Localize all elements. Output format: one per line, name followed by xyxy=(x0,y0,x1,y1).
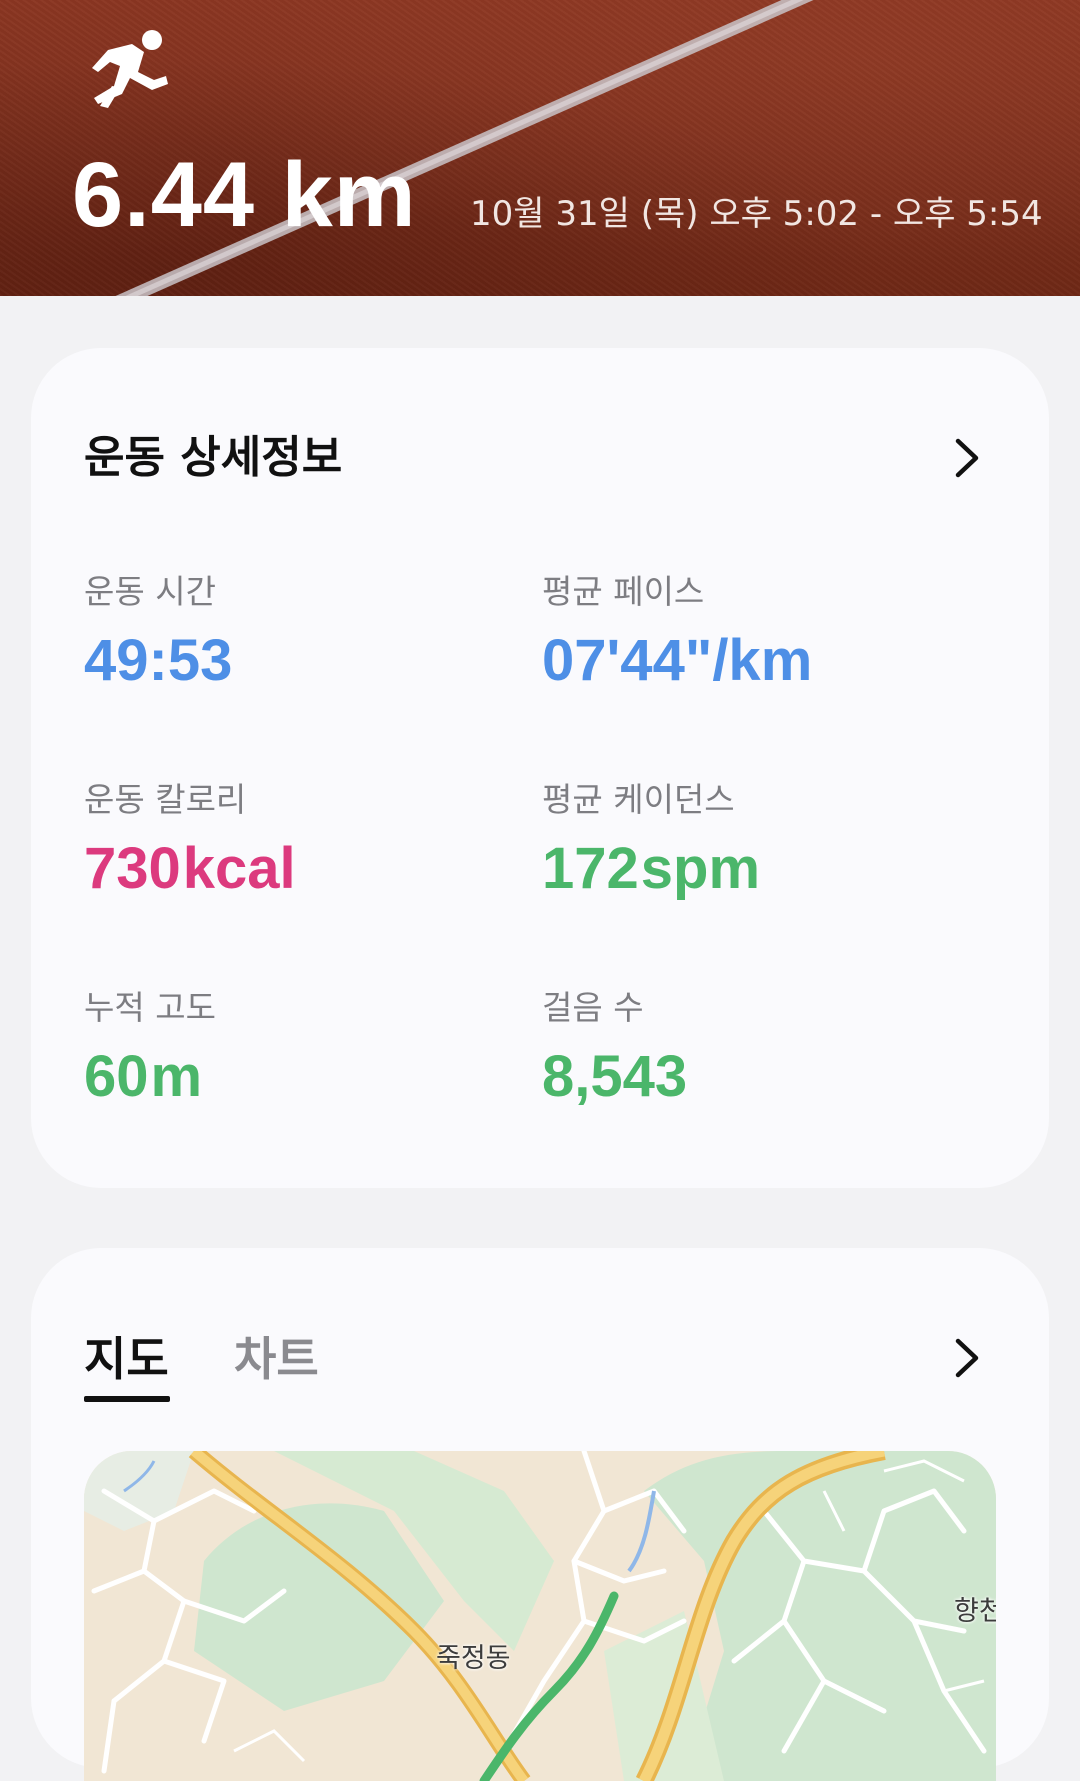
metric-label: 운동 시간 xyxy=(84,572,216,611)
metric-unit: m xyxy=(150,1044,203,1109)
metric-average-pace: 평균 페이스 07'44"/km xyxy=(542,570,812,694)
metric-workout-time: 운동 시간 49:53 xyxy=(84,570,232,694)
tab-chart[interactable]: 차트 xyxy=(234,1328,319,1390)
running-person-icon xyxy=(92,30,168,108)
metric-unit: spm xyxy=(640,836,761,901)
chevron-right-icon[interactable] xyxy=(946,433,986,483)
workout-header: 6.44 km 10월 31일 (목) 오후 5:02 - 오후 5:54 xyxy=(0,0,1080,296)
tab-map[interactable]: 지도 xyxy=(84,1328,169,1390)
metric-steps: 걸음 수 8,543 xyxy=(542,986,687,1110)
metric-unit: kcal xyxy=(182,836,296,901)
total-distance: 6.44 km xyxy=(72,144,417,246)
metric-value: 60m xyxy=(84,1044,203,1109)
metric-label: 누적 고도 xyxy=(84,988,216,1027)
metric-value: 172spm xyxy=(542,836,761,901)
map-place-label: 향천 xyxy=(954,1596,996,1627)
metric-label: 운동 칼로리 xyxy=(84,780,247,819)
map-tiles xyxy=(84,1451,996,1781)
metric-value: 07'44"/km xyxy=(542,628,813,693)
metric-label: 평균 페이스 xyxy=(542,572,705,611)
route-map[interactable]: 죽정동 향천 xyxy=(84,1451,996,1781)
metric-elevation-gain: 누적 고도 60m xyxy=(84,986,216,1110)
workout-details-card: 운동 상세정보 운동 시간 49:53 평균 페이스 07'44"/km 운동 … xyxy=(31,348,1049,1188)
metric-value: 8,543 xyxy=(542,1044,688,1109)
metric-value: 49:53 xyxy=(84,628,233,693)
metric-calories: 운동 칼로리 730kcal xyxy=(84,778,296,902)
workout-datetime: 10월 31일 (목) 오후 5:02 - 오후 5:54 xyxy=(470,194,1043,234)
chevron-right-icon[interactable] xyxy=(946,1333,986,1383)
metric-label: 평균 케이던스 xyxy=(542,780,735,819)
metric-cadence: 평균 케이던스 172spm xyxy=(542,778,760,902)
map-chart-card: 지도 차트 죽정동 향천 xyxy=(31,1248,1049,1781)
map-place-label: 죽정동 xyxy=(436,1643,511,1674)
details-title: 운동 상세정보 xyxy=(84,432,343,483)
metric-value: 730kcal xyxy=(84,836,296,901)
selected-tab-indicator xyxy=(84,1396,170,1402)
metric-label: 걸음 수 xyxy=(542,988,644,1027)
